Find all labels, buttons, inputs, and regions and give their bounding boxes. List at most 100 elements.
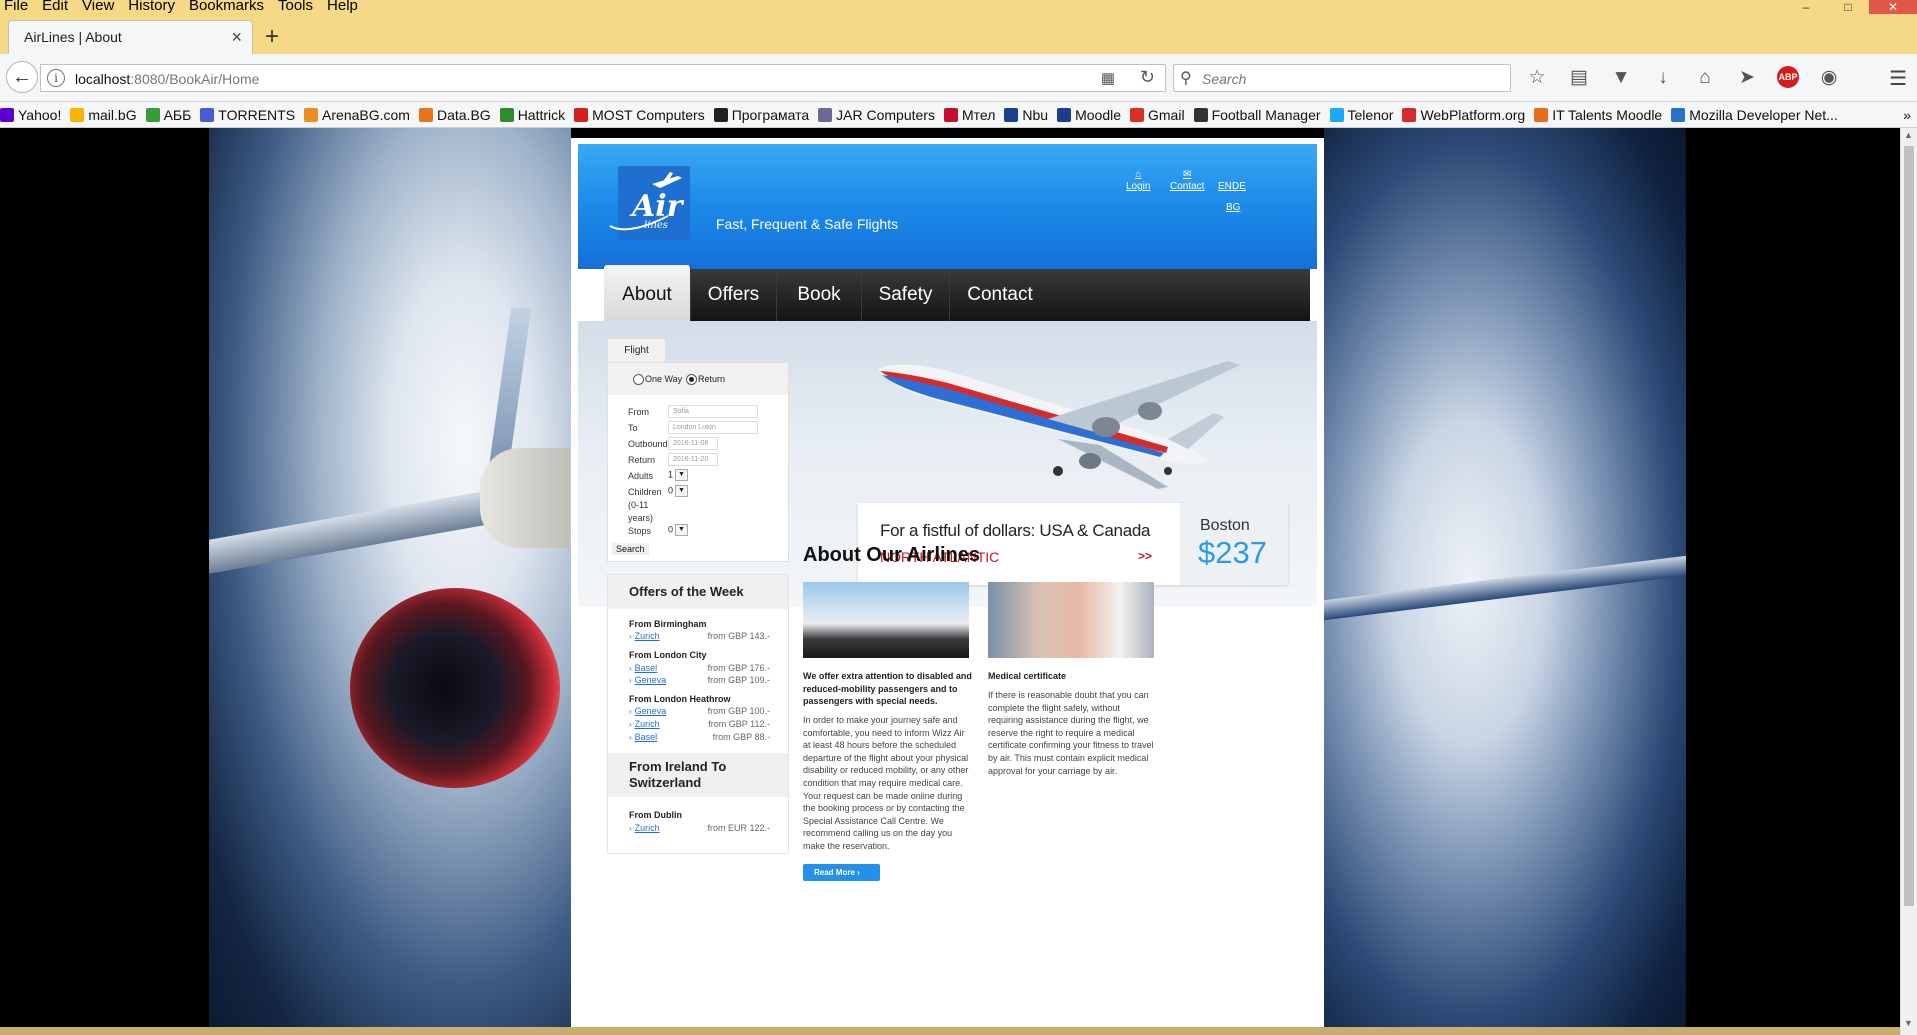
bookmark-item[interactable]: Мтел: [943, 102, 996, 127]
page-scrollbar[interactable]: ▲ ▼: [1900, 128, 1917, 1035]
scroll-up-icon[interactable]: ▲: [1904, 130, 1913, 140]
special-needs-text-line: In order to make your journey safe and: [803, 715, 958, 725]
menu-tools[interactable]: Tools: [271, 0, 320, 13]
bookmark-item[interactable]: Hattrick: [499, 102, 565, 127]
offer-group-title: From London Heathrow: [629, 694, 731, 704]
bookmark-item[interactable]: ArenaBG.com: [304, 102, 410, 127]
special-needs-text-line: at least 48 hours before the scheduled: [803, 740, 957, 751]
window-controls: – □ ✕: [1785, 0, 1917, 14]
reader-view-icon[interactable]: ▦: [1101, 69, 1115, 87]
home-icon[interactable]: ⌂: [1693, 66, 1717, 90]
adults-select[interactable]: 1 ▼: [668, 469, 689, 481]
offer-link[interactable]: › Basel: [629, 732, 657, 742]
bookmark-item[interactable]: Telenor: [1329, 102, 1393, 127]
scroll-thumb[interactable]: [1904, 146, 1914, 906]
close-window-icon[interactable]: ✕: [1869, 0, 1917, 14]
lang-en-link[interactable]: EN: [1218, 181, 1232, 192]
menu-view[interactable]: View: [75, 0, 121, 13]
site-info-icon[interactable]: i: [47, 69, 65, 87]
bookmark-item[interactable]: Data.BG: [418, 102, 491, 127]
addon-icon[interactable]: ◉: [1817, 66, 1841, 90]
ireland-title-line1: From Ireland To: [629, 759, 727, 774]
airlines-logo[interactable]: Air lines: [608, 166, 698, 240]
bookmark-item[interactable]: Nbu: [1004, 102, 1048, 127]
offer-link[interactable]: › Zurich: [629, 823, 660, 833]
bookmark-item[interactable]: Football Manager: [1193, 102, 1321, 127]
bookmark-item[interactable]: TORRENTS: [200, 102, 295, 127]
menu-file[interactable]: File: [0, 0, 35, 13]
offers-of-the-week: Offers of the Week From Birmingham › Zuri…: [607, 574, 789, 854]
special-needs-text-line: Special Assistance Call Centre. We: [803, 815, 944, 826]
from-input[interactable]: Sofia: [668, 405, 758, 418]
bookmarks-overflow-icon[interactable]: »: [1903, 102, 1911, 127]
tab-flight[interactable]: Flight: [607, 338, 666, 362]
offer-link[interactable]: › Geneva: [629, 706, 666, 716]
bookmark-item[interactable]: Yahoo!: [0, 102, 61, 127]
contact-link[interactable]: ✉ Contact: [1170, 169, 1204, 192]
bookmark-item[interactable]: АББ: [145, 102, 191, 127]
stops-value: 0: [668, 524, 674, 535]
bookmark-item[interactable]: MOST Computers: [574, 102, 705, 127]
bookmark-star-icon[interactable]: ☆: [1525, 66, 1549, 90]
bookmark-item[interactable]: Gmail: [1130, 102, 1185, 127]
lang-bg-link[interactable]: BG: [1226, 202, 1240, 213]
menu-bookmarks[interactable]: Bookmarks: [182, 0, 271, 13]
return-date-input[interactable]: 2016-11-20: [668, 453, 718, 466]
menu-hamburger-icon[interactable]: ☰: [1889, 66, 1907, 91]
reading-list-icon[interactable]: ▤: [1567, 66, 1591, 90]
promo-arrows-icon[interactable]: >>: [1138, 549, 1152, 563]
bookmark-favicon-icon: [943, 108, 958, 122]
background-sky-left: [209, 128, 571, 1035]
one-way-radio[interactable]: [633, 374, 644, 385]
return-radio[interactable]: [686, 374, 697, 385]
nav-book[interactable]: Book: [777, 269, 862, 321]
stops-select[interactable]: 0 ▼: [668, 524, 689, 536]
offer-link[interactable]: › Basel: [629, 663, 657, 673]
children-note-2: years): [628, 513, 654, 523]
reload-icon[interactable]: ↻: [1140, 67, 1155, 88]
bookmark-item[interactable]: mail.bG: [70, 102, 137, 127]
bookmark-item[interactable]: Програмата: [713, 102, 809, 127]
offer-link[interactable]: › Zurich: [629, 631, 660, 641]
read-more-button[interactable]: Read More ›: [803, 864, 880, 881]
nav-offers[interactable]: Offers: [691, 269, 777, 321]
menu-edit[interactable]: Edit: [35, 0, 75, 13]
send-icon[interactable]: ➤: [1735, 66, 1759, 90]
login-link[interactable]: ⌂ Login: [1126, 169, 1150, 192]
maximize-icon[interactable]: □: [1827, 0, 1869, 14]
bookmark-label: Мтел: [961, 107, 996, 123]
bookmark-item[interactable]: IT Talents Moodle: [1534, 102, 1662, 127]
nav-about[interactable]: About: [604, 265, 691, 321]
bookmark-label: Data.BG: [436, 107, 491, 123]
trip-type-row: One Way Return: [608, 363, 788, 395]
bookmark-item[interactable]: JAR Computers: [818, 102, 935, 127]
offer-link[interactable]: › Zurich: [629, 719, 660, 729]
nav-contact[interactable]: Contact: [950, 269, 1050, 321]
new-tab-icon[interactable]: +: [265, 25, 279, 49]
lang-de-link[interactable]: DE: [1232, 181, 1246, 192]
nav-safety[interactable]: Safety: [862, 269, 950, 321]
menu-history[interactable]: History: [121, 0, 182, 13]
scroll-down-icon[interactable]: ▼: [1904, 1018, 1913, 1028]
tab-close-icon[interactable]: ×: [231, 21, 242, 53]
bookmark-favicon-icon: [145, 108, 160, 122]
bookmark-item[interactable]: WebPlatform.org: [1402, 102, 1525, 127]
offer-link[interactable]: › Geneva: [629, 675, 666, 685]
pocket-icon[interactable]: ▼: [1609, 66, 1633, 90]
download-icon[interactable]: ↓: [1651, 66, 1675, 90]
minimize-icon[interactable]: –: [1785, 0, 1827, 14]
children-select[interactable]: 0 ▼: [668, 485, 689, 497]
search-flights-button[interactable]: Search: [612, 543, 649, 555]
back-button[interactable]: ←: [6, 61, 38, 93]
browser-tab[interactable]: AirLines | About ×: [8, 20, 253, 54]
bookmark-item[interactable]: Moodle: [1057, 102, 1121, 127]
search-bar[interactable]: ⚲ Search: [1173, 64, 1511, 92]
menu-help[interactable]: Help: [320, 0, 365, 13]
bookmark-favicon-icon: [0, 108, 14, 122]
to-input[interactable]: London Luton: [668, 421, 758, 434]
medical-text-line: certificate confirming your fitness to t…: [988, 740, 1154, 751]
url-bar[interactable]: i localhost:8080/BookAir/Home ▦ ↻: [40, 64, 1166, 92]
outbound-date-input[interactable]: 2016-11-06: [668, 437, 718, 450]
bookmark-item[interactable]: Mozilla Developer Net...: [1671, 102, 1838, 127]
adblock-icon[interactable]: ABP: [1777, 66, 1799, 88]
